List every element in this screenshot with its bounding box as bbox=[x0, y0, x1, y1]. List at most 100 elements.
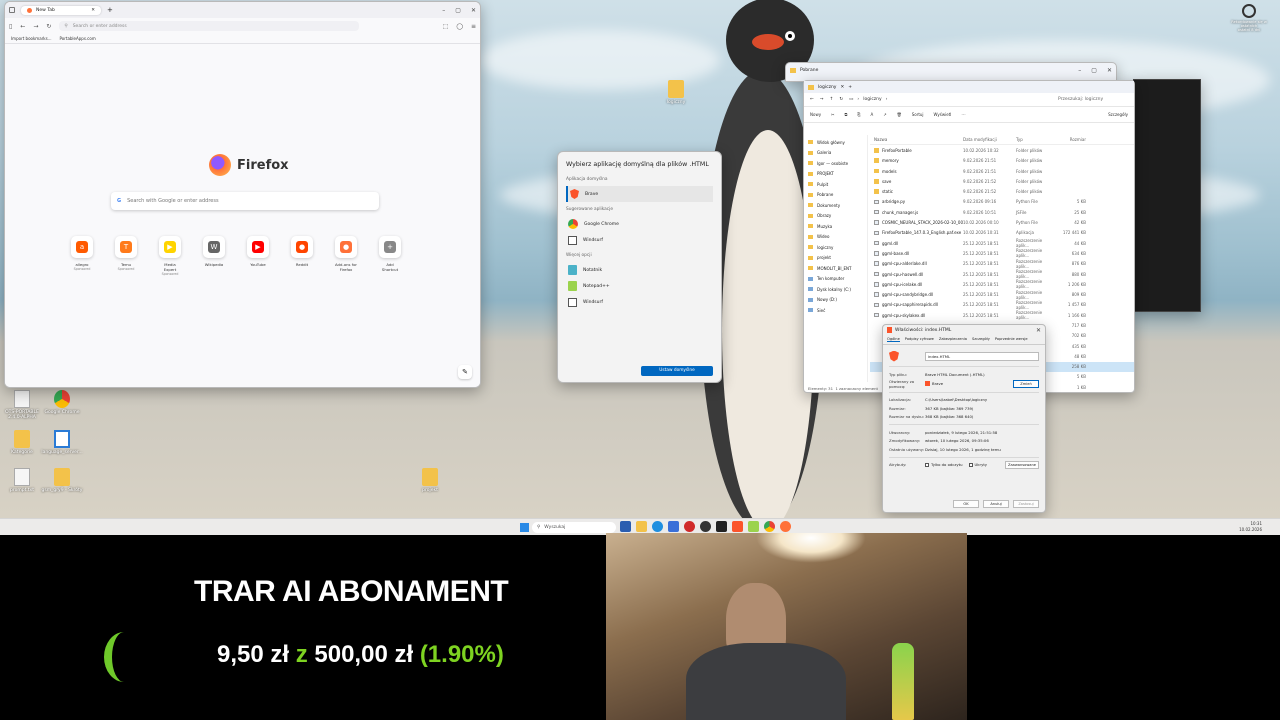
nav-item-9[interactable]: Wideo bbox=[808, 232, 863, 243]
close-icon[interactable]: ✕ bbox=[471, 7, 476, 14]
breadcrumb[interactable]: ▭ › logiczny › bbox=[849, 97, 1052, 102]
maximize-icon[interactable]: ▢ bbox=[1091, 67, 1097, 74]
taskview-icon[interactable] bbox=[620, 521, 631, 532]
back-icon[interactable]: ← bbox=[20, 23, 25, 30]
table-row[interactable]: save 9.02.2026 21:52 Folder plików bbox=[870, 176, 1134, 186]
close-icon[interactable]: ✕ bbox=[840, 85, 844, 90]
desktop-icon-language[interactable]: language_server... bbox=[40, 430, 84, 455]
nav-item-12[interactable]: MONOLIT_BI_ENT bbox=[808, 263, 863, 274]
windows-start-icon[interactable] bbox=[520, 523, 529, 532]
nav-item-3[interactable]: PROJEKT bbox=[808, 169, 863, 180]
table-row[interactable]: COSMIC_NEURAL_STACK_2026-02-10_00... 10.0… bbox=[870, 217, 1134, 227]
extensions-icon[interactable]: ⬚ bbox=[443, 23, 449, 30]
shortcut-2[interactable]: ▶ Media Expert Sponsored bbox=[159, 236, 181, 276]
sidebar-icon[interactable]: ▯ bbox=[9, 23, 12, 30]
table-row[interactable]: ggml-cpu-alderlake.dll 25.12.2025 18:51 Ro… bbox=[870, 259, 1134, 269]
file-explorer-icon[interactable] bbox=[636, 521, 647, 532]
nav-item-1[interactable]: Galeria bbox=[808, 148, 863, 159]
cancel-button[interactable]: Anuluj bbox=[983, 500, 1009, 508]
nav-item-8[interactable]: Muzyka bbox=[808, 221, 863, 232]
filename-field[interactable]: index.HTML bbox=[925, 351, 1039, 361]
new-tab-button[interactable]: + bbox=[107, 6, 113, 14]
shortcut-6[interactable]: ● Add-ons for Firefox bbox=[335, 236, 357, 276]
nav-item-15[interactable]: Nowy (D:) bbox=[808, 295, 863, 306]
rename-icon[interactable]: A bbox=[871, 112, 874, 117]
minimize-icon[interactable]: – bbox=[1078, 67, 1081, 74]
table-row[interactable]: static 9.02.2026 21:52 Folder plików bbox=[870, 186, 1134, 196]
google-search-input[interactable]: G Search with Google or enter address bbox=[111, 192, 379, 210]
tab-security[interactable]: Zabezpieczenia bbox=[939, 337, 967, 342]
shortcut-3[interactable]: W Wikipedia bbox=[203, 236, 225, 276]
desktop-icon-logiczny[interactable]: logiczny bbox=[654, 80, 698, 105]
view-button[interactable]: Wyświetl bbox=[934, 112, 952, 117]
readonly-checkbox[interactable]: Tylko do odczytu bbox=[925, 462, 963, 467]
column-size[interactable]: Rozmiar bbox=[1056, 137, 1086, 142]
nav-item-0[interactable]: Widok główny bbox=[808, 137, 863, 148]
nav-item-11[interactable]: projekt bbox=[808, 253, 863, 264]
close-icon[interactable]: ✕ bbox=[91, 8, 95, 13]
nav-item-10[interactable]: logiczny bbox=[808, 242, 863, 253]
hidden-checkbox[interactable]: Ukryty bbox=[968, 462, 987, 467]
github-icon[interactable] bbox=[700, 521, 711, 532]
delete-icon[interactable]: 🗑 bbox=[897, 112, 902, 117]
cut-icon[interactable]: ✂ bbox=[831, 112, 834, 117]
app-option-brave[interactable]: Brave bbox=[566, 186, 713, 202]
set-default-button[interactable]: Ustaw domyślne bbox=[641, 366, 713, 376]
nav-item-5[interactable]: Pobrane bbox=[808, 190, 863, 201]
desktop-icon-portable[interactable]: OTS-PORTABLE 2.4.0-ALPHA bbox=[0, 390, 44, 420]
desktop-icon-prompt[interactable]: prompt.txt bbox=[0, 468, 44, 493]
minimize-icon[interactable]: – bbox=[442, 7, 445, 14]
tab-signatures[interactable]: Podpisy cyfrowe bbox=[905, 337, 934, 342]
terminal-icon[interactable] bbox=[716, 521, 727, 532]
system-tray[interactable]: 10:31 10.02.2026 bbox=[1239, 521, 1262, 532]
shortcut-0[interactable]: a allegro Sponsored bbox=[71, 236, 93, 276]
close-icon[interactable]: ✕ bbox=[1036, 327, 1041, 334]
table-row[interactable]: ggml-cpu-sapphirerapids.dll 25.12.2025 18… bbox=[870, 300, 1134, 310]
nav-item-4[interactable]: Pulpit bbox=[808, 179, 863, 190]
brave-taskbar-icon[interactable] bbox=[732, 521, 743, 532]
new-tab-button[interactable]: + bbox=[848, 85, 852, 90]
table-row[interactable]: arbridge.py 9.02.2026 09:16 Python File 5 K… bbox=[870, 197, 1134, 207]
app-icon-red[interactable] bbox=[684, 521, 695, 532]
copy-icon[interactable]: ⧉ bbox=[844, 112, 847, 117]
advanced-button[interactable]: Zaawansowane bbox=[1005, 460, 1039, 469]
reload-icon[interactable]: ↻ bbox=[46, 23, 51, 30]
shortcut-7[interactable]: + Add Shortcut bbox=[379, 236, 401, 276]
edge-icon[interactable] bbox=[652, 521, 663, 532]
table-row[interactable]: memory 9.02.2026 21:51 Folder plików bbox=[870, 156, 1134, 166]
app-option-chrome[interactable]: Google Chrome bbox=[566, 216, 713, 232]
refresh-icon[interactable]: ↻ bbox=[839, 97, 843, 102]
apply-button[interactable]: Zastosuj bbox=[1013, 500, 1039, 508]
table-row[interactable]: models 9.02.2026 21:51 Folder plików bbox=[870, 166, 1134, 176]
top-right-icon[interactable]: Rekordowanie się w ostatnich ostatni 8 d… bbox=[1228, 4, 1270, 32]
column-date[interactable]: Data modyfikacji bbox=[963, 137, 1016, 142]
up-icon[interactable]: ↑ bbox=[830, 97, 834, 102]
bookmark-portableapps[interactable]: PortableApps.com bbox=[60, 36, 96, 41]
shortcut-5[interactable]: ● Reddit bbox=[291, 236, 313, 276]
app-option-windsurf[interactable]: Windsurf bbox=[566, 232, 713, 248]
table-row[interactable]: ggml-cpu-icelake.dll 25.12.2025 18:51 Rozs… bbox=[870, 279, 1134, 289]
close-icon[interactable]: ✕ bbox=[1107, 67, 1112, 74]
nav-item-14[interactable]: Dysk lokalny (C:) bbox=[808, 284, 863, 295]
explorer-window-back[interactable]: Pobrane – ▢ ✕ bbox=[785, 62, 1117, 82]
details-button[interactable]: Szczegóły bbox=[1108, 112, 1128, 117]
app-option-notepadpp[interactable]: Notepad++ bbox=[566, 278, 713, 294]
bookmark-import[interactable]: Import bookmarks... bbox=[11, 36, 52, 41]
column-name[interactable]: Nazwa bbox=[870, 137, 963, 142]
new-button[interactable]: Nowy bbox=[810, 112, 821, 117]
menu-icon[interactable]: ≡ bbox=[471, 23, 476, 30]
explorer-tab[interactable]: logiczny bbox=[818, 85, 836, 90]
nav-item-2[interactable]: Igor — osobiste bbox=[808, 158, 863, 169]
url-bar[interactable]: ⚲ Search or enter address bbox=[59, 21, 360, 31]
taskbar-search[interactable]: ⚲ Wyszukaj bbox=[532, 522, 616, 533]
table-row[interactable]: FirefoxPortable_147.0.3_English.paf.exe 1… bbox=[870, 228, 1134, 238]
more-icon[interactable]: ⋯ bbox=[961, 112, 965, 117]
edit-icon[interactable]: ✎ bbox=[458, 365, 472, 379]
nav-item-6[interactable]: Dokumenty bbox=[808, 200, 863, 211]
tab-previous-versions[interactable]: Poprzednie wersje bbox=[995, 337, 1028, 342]
share-icon[interactable]: ↗ bbox=[883, 112, 886, 117]
maximize-icon[interactable]: ▢ bbox=[455, 7, 461, 14]
nav-item-13[interactable]: Ten komputer bbox=[808, 274, 863, 285]
account-icon[interactable]: ◯ bbox=[456, 23, 463, 30]
desktop-icon-kategorie[interactable]: Kategorie bbox=[0, 430, 44, 455]
